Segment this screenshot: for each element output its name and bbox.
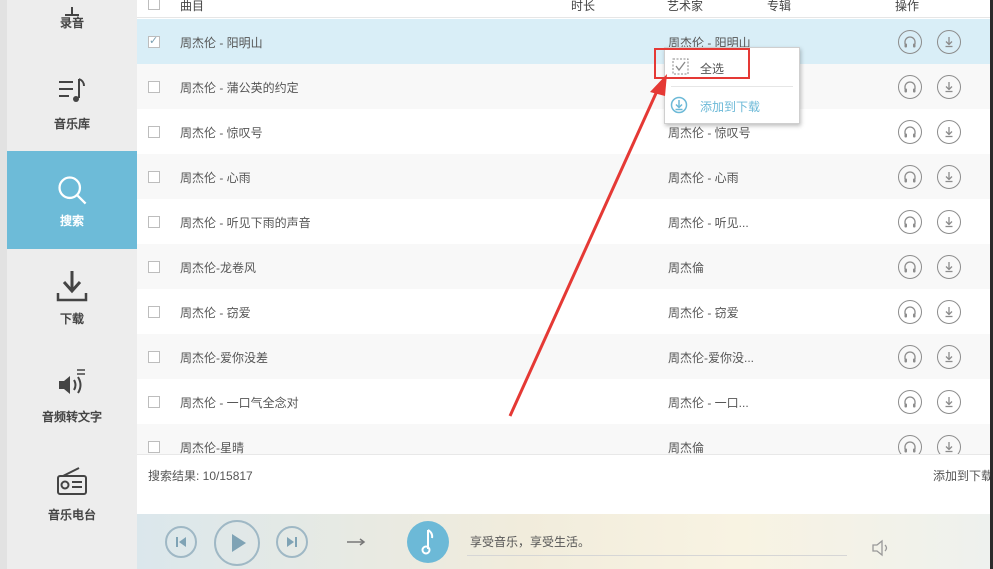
play-button[interactable] xyxy=(214,520,260,566)
sidebar-item-label: 搜索 xyxy=(59,214,84,228)
next-button[interactable] xyxy=(276,526,308,558)
track-artist: 周杰伦 - 心雨 xyxy=(668,171,739,185)
context-separator xyxy=(671,86,793,87)
search-icon xyxy=(58,176,87,205)
table-row[interactable]: 周杰伦-龙卷风 周杰倫 xyxy=(137,244,993,289)
context-add-to-download[interactable]: 添加到下载 xyxy=(665,90,799,120)
sidebar-item-search[interactable]: 搜索 xyxy=(7,151,137,249)
row-checkbox[interactable] xyxy=(148,126,160,138)
listen-button[interactable] xyxy=(898,30,922,54)
select-all-checkbox[interactable] xyxy=(148,0,160,10)
sidebar-item-label: 音乐电台 xyxy=(47,508,96,522)
row-checkbox[interactable] xyxy=(148,306,160,318)
volume-icon[interactable] xyxy=(871,539,893,557)
results-footer: 搜索结果: 10/15817 添加到下载 xyxy=(137,454,993,514)
radio-icon xyxy=(57,467,87,495)
row-download-button[interactable] xyxy=(937,75,961,99)
listen-button[interactable] xyxy=(898,120,922,144)
previous-button[interactable] xyxy=(165,526,197,558)
row-checkbox[interactable] xyxy=(148,81,160,93)
track-artist: 周杰伦 - 窃爱 xyxy=(668,306,739,320)
player-bar: 享受音乐，享受生活。 xyxy=(137,514,993,569)
row-checkbox[interactable] xyxy=(148,441,160,453)
track-title: 周杰伦 - 听见下雨的声音 xyxy=(180,216,311,230)
row-checkbox[interactable] xyxy=(148,171,160,183)
table-header: 曲目 时长 艺术家 专辑 操作 xyxy=(137,0,993,18)
track-title: 周杰伦 - 心雨 xyxy=(180,171,251,185)
track-artist: 周杰伦 - 一口... xyxy=(668,396,749,410)
column-duration-header[interactable]: 时长 xyxy=(571,0,595,14)
column-album-header[interactable]: 专辑 xyxy=(767,0,791,14)
play-icon xyxy=(232,534,246,552)
album-art xyxy=(407,521,449,563)
row-download-button[interactable] xyxy=(937,120,961,144)
table-row[interactable]: 周杰伦 - 窃爱 周杰伦 - 窃爱 xyxy=(137,289,993,334)
sidebar-item-radio[interactable]: 音乐电台 xyxy=(7,445,137,543)
table-row[interactable]: 周杰伦 - 蒲公英的约定 xyxy=(137,64,993,109)
listen-button[interactable] xyxy=(898,345,922,369)
sidebar-item-record[interactable]: 录音 xyxy=(7,0,137,54)
track-title: 周杰伦-龙卷风 xyxy=(180,261,256,275)
music-note-icon xyxy=(421,529,434,555)
row-download-button[interactable] xyxy=(937,210,961,234)
table-row[interactable]: 周杰伦-爱你没差 周杰伦-爱你没... xyxy=(137,334,993,379)
listen-button[interactable] xyxy=(898,210,922,234)
table-row[interactable]: 周杰伦 - 听见下雨的声音 周杰伦 - 听见... xyxy=(137,199,993,244)
row-download-button[interactable] xyxy=(937,345,961,369)
download-circle-icon xyxy=(670,96,688,114)
row-download-button[interactable] xyxy=(937,255,961,279)
track-artist: 周杰倫 xyxy=(668,261,705,275)
listen-button[interactable] xyxy=(898,75,922,99)
listen-button[interactable] xyxy=(898,300,922,324)
row-checkbox[interactable] xyxy=(148,34,160,48)
row-checkbox[interactable] xyxy=(148,216,160,228)
track-artist: 周杰伦 - 惊叹号 xyxy=(668,126,751,140)
sidebar-item-label: 录音 xyxy=(59,16,84,30)
sidebar-item-label: 音频转文字 xyxy=(41,410,102,424)
sidebar-item-label: 下载 xyxy=(59,312,84,326)
column-actions-header: 操作 xyxy=(895,0,920,13)
row-download-button[interactable] xyxy=(937,390,961,414)
row-download-button[interactable] xyxy=(937,300,961,324)
row-checkbox[interactable] xyxy=(148,351,160,363)
track-title: 周杰伦-爱你没差 xyxy=(180,351,268,365)
context-add-to-download-label: 添加到下载 xyxy=(700,100,761,114)
row-download-button[interactable] xyxy=(937,165,961,189)
listen-button[interactable] xyxy=(898,390,922,414)
music-library-icon xyxy=(59,78,85,102)
annotation-highlight-box xyxy=(654,48,750,79)
next-icon xyxy=(287,537,297,547)
listen-button[interactable] xyxy=(898,255,922,279)
track-title: 周杰伦 - 蒲公英的约定 xyxy=(180,81,299,95)
sidebar-item-download[interactable]: 下载 xyxy=(7,249,137,347)
sidebar-item-music-library[interactable]: 音乐库 xyxy=(7,54,137,152)
search-result-count: 搜索结果: 10/15817 xyxy=(148,469,253,483)
download-icon xyxy=(56,271,88,302)
table-row[interactable]: 周杰伦 - 心雨 周杰伦 - 心雨 xyxy=(137,154,993,199)
column-title-header[interactable]: 曲目 xyxy=(180,0,204,14)
sidebar-item-audio-to-text[interactable]: 音频转文字 xyxy=(7,347,137,445)
column-artist-header[interactable]: 艺术家 xyxy=(667,0,703,14)
previous-icon xyxy=(176,537,186,547)
track-title: 周杰伦 - 窃爱 xyxy=(180,306,251,320)
sidebar-item-label: 音乐库 xyxy=(53,117,90,131)
footer-add-to-download-button[interactable]: 添加到下载 xyxy=(933,467,993,484)
table-row[interactable]: 周杰伦 - 阳明山周杰伦 - 阳明山 xyxy=(137,19,993,64)
progress-bar[interactable] xyxy=(467,555,847,556)
row-checkbox[interactable] xyxy=(148,261,160,273)
track-artist: 周杰伦-爱你没... xyxy=(668,351,754,365)
sidebar: 录音 音乐库 搜索 下载 音频转文字 音乐电台 xyxy=(0,0,137,569)
track-title: 周杰伦 - 一口气全念对 xyxy=(180,396,299,410)
audio-to-text-icon xyxy=(59,369,85,394)
track-title: 周杰伦 - 惊叹号 xyxy=(180,126,263,140)
player-tagline: 享受音乐，享受生活。 xyxy=(470,535,591,549)
track-title: 周杰伦 - 阳明山 xyxy=(180,36,263,50)
table-row[interactable]: 周杰伦 - 惊叹号 周杰伦 - 惊叹号 xyxy=(137,109,993,154)
table-row[interactable]: 周杰伦 - 一口气全念对 周杰伦 - 一口... xyxy=(137,379,993,424)
listen-button[interactable] xyxy=(898,165,922,189)
play-mode-icon[interactable] xyxy=(346,538,366,546)
track-artist: 周杰伦 - 听见... xyxy=(668,216,749,230)
row-download-button[interactable] xyxy=(937,30,961,54)
row-checkbox[interactable] xyxy=(148,396,160,408)
